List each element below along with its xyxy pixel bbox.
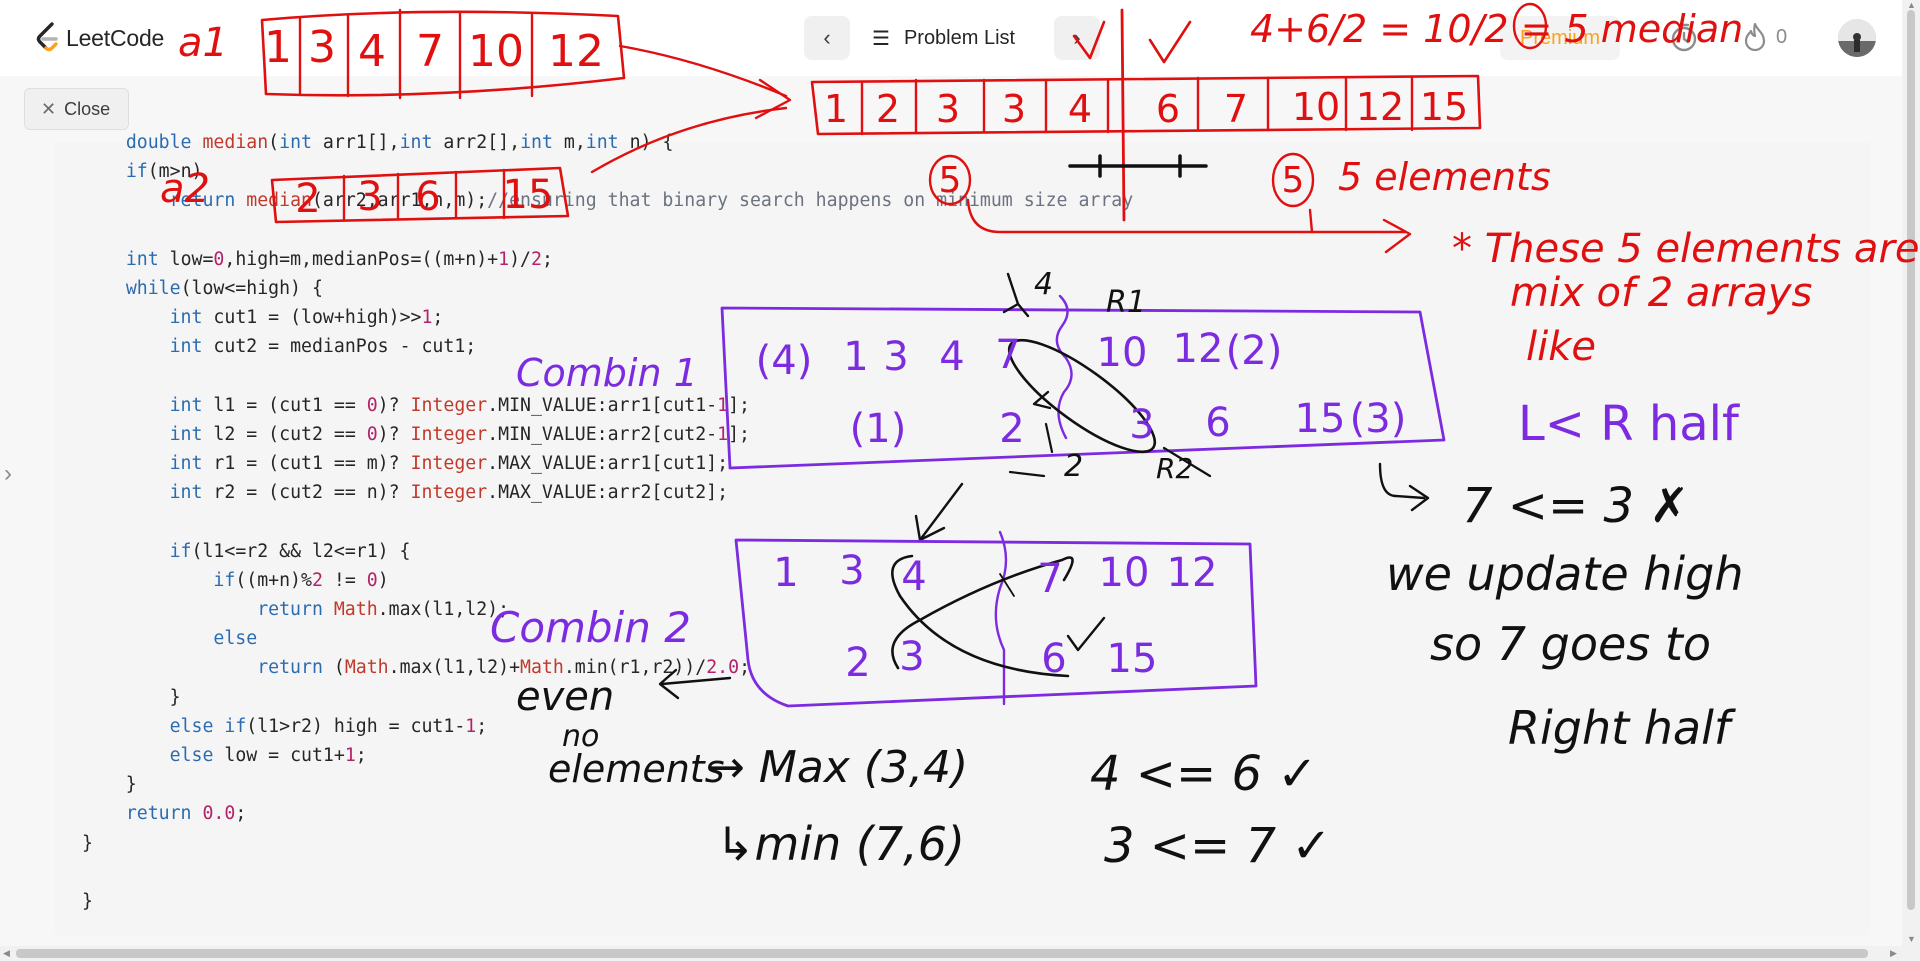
code-line[interactable]: int cut1 = (low+high)>>1; — [82, 303, 1133, 332]
code-line[interactable]: } — [82, 829, 1133, 858]
scroll-left-arrow[interactable]: ◀ — [3, 948, 10, 959]
code-line[interactable]: int l1 = (cut1 == 0)? Integer.MIN_VALUE:… — [82, 391, 1133, 420]
code-line[interactable]: if((m+n)%2 != 0) — [82, 566, 1133, 595]
code-line[interactable]: } — [82, 887, 1133, 916]
streak-count: 0 — [1776, 25, 1788, 48]
code-line[interactable]: double median(int arr1[],int arr2[],int … — [82, 128, 1133, 157]
scroll-down-arrow[interactable]: ▼ — [1907, 934, 1916, 944]
problem-list-label: Problem List — [903, 26, 1016, 49]
leetcode-logo-icon — [36, 22, 58, 52]
code-line[interactable]: int low=0,high=m,medianPos=((m+n)+1)/2; — [82, 245, 1133, 274]
timer-icon[interactable] — [1668, 22, 1700, 54]
code-line[interactable]: int r1 = (cut1 == m)? Integer.MAX_VALUE:… — [82, 449, 1133, 478]
previous-problem-button[interactable]: ‹ — [804, 16, 850, 60]
code-line[interactable]: int r2 = (cut2 == n)? Integer.MAX_VALUE:… — [82, 478, 1133, 507]
vertical-scrollbar-thumb[interactable] — [1907, 10, 1915, 910]
avatar-image — [1838, 19, 1876, 57]
next-problem-button[interactable]: › — [1054, 16, 1100, 60]
code-line[interactable]: int l2 = (cut2 == 0)? Integer.MIN_VALUE:… — [82, 420, 1133, 449]
code-line[interactable] — [82, 362, 1133, 391]
code-content[interactable]: double median(int arr1[],int arr2[],int … — [82, 128, 1133, 916]
chevron-left-icon: ‹ — [823, 25, 831, 50]
code-line[interactable] — [82, 216, 1133, 245]
code-line[interactable] — [82, 507, 1133, 536]
list-icon: ☰ — [872, 27, 890, 50]
problem-list-button[interactable]: ☰ Problem List — [872, 18, 1015, 58]
code-line[interactable]: return (Math.max(l1,l2)+Math.min(r1,r2))… — [82, 653, 1133, 682]
code-line[interactable]: if(l1<=r2 && l2<=r1) { — [82, 537, 1133, 566]
code-line[interactable]: else if(l1>r2) high = cut1-1; — [82, 712, 1133, 741]
scroll-right-arrow[interactable]: ▶ — [1890, 948, 1897, 959]
premium-label: Premium — [1519, 26, 1600, 49]
code-editor[interactable]: double median(int arr1[],int arr2[],int … — [54, 132, 1871, 937]
user-avatar[interactable] — [1838, 19, 1876, 57]
fire-icon — [1744, 22, 1766, 52]
chevron-right-icon: › — [1073, 25, 1081, 50]
code-line[interactable]: return median(arr2,arr1,n,m);//ensuring … — [82, 186, 1134, 215]
horizontal-scrollbar[interactable]: ◀ ▶ — [0, 946, 1902, 961]
brand-name: LeetCode — [66, 24, 165, 51]
code-line[interactable]: else low = cut1+1; — [82, 741, 1133, 770]
premium-button[interactable]: Premium — [1500, 16, 1620, 60]
code-line[interactable]: else — [82, 624, 1133, 653]
code-line[interactable] — [82, 858, 1133, 887]
code-line[interactable]: int cut2 = medianPos - cut1; — [82, 332, 1133, 361]
streak-counter[interactable]: 0 — [1742, 22, 1787, 52]
code-line[interactable]: while(low<=high) { — [82, 274, 1133, 303]
close-icon: ✕ — [41, 98, 57, 119]
vertical-scrollbar[interactable]: ▲ ▼ — [1902, 0, 1920, 961]
close-label: Close — [64, 98, 111, 119]
scroll-up-arrow[interactable]: ▲ — [1907, 0, 1916, 10]
expand-panel-icon[interactable]: › — [4, 460, 12, 488]
code-line[interactable]: if(m>n) — [82, 157, 1133, 186]
horizontal-scrollbar-thumb[interactable] — [16, 949, 1868, 958]
close-button[interactable]: ✕ Close — [24, 88, 130, 130]
code-line[interactable]: return 0.0; — [82, 799, 1133, 828]
code-line[interactable]: } — [82, 683, 1133, 712]
main-area: › double median(int arr1[],int arr2[],in… — [0, 132, 1902, 946]
top-navigation-bar: LeetCode ‹ ☰ Problem List › Premium 0 — [0, 0, 1902, 76]
leetcode-logo[interactable]: LeetCode — [32, 18, 164, 58]
code-line[interactable]: } — [82, 770, 1133, 799]
code-line[interactable]: return Math.max(l1,l2); — [82, 595, 1133, 624]
